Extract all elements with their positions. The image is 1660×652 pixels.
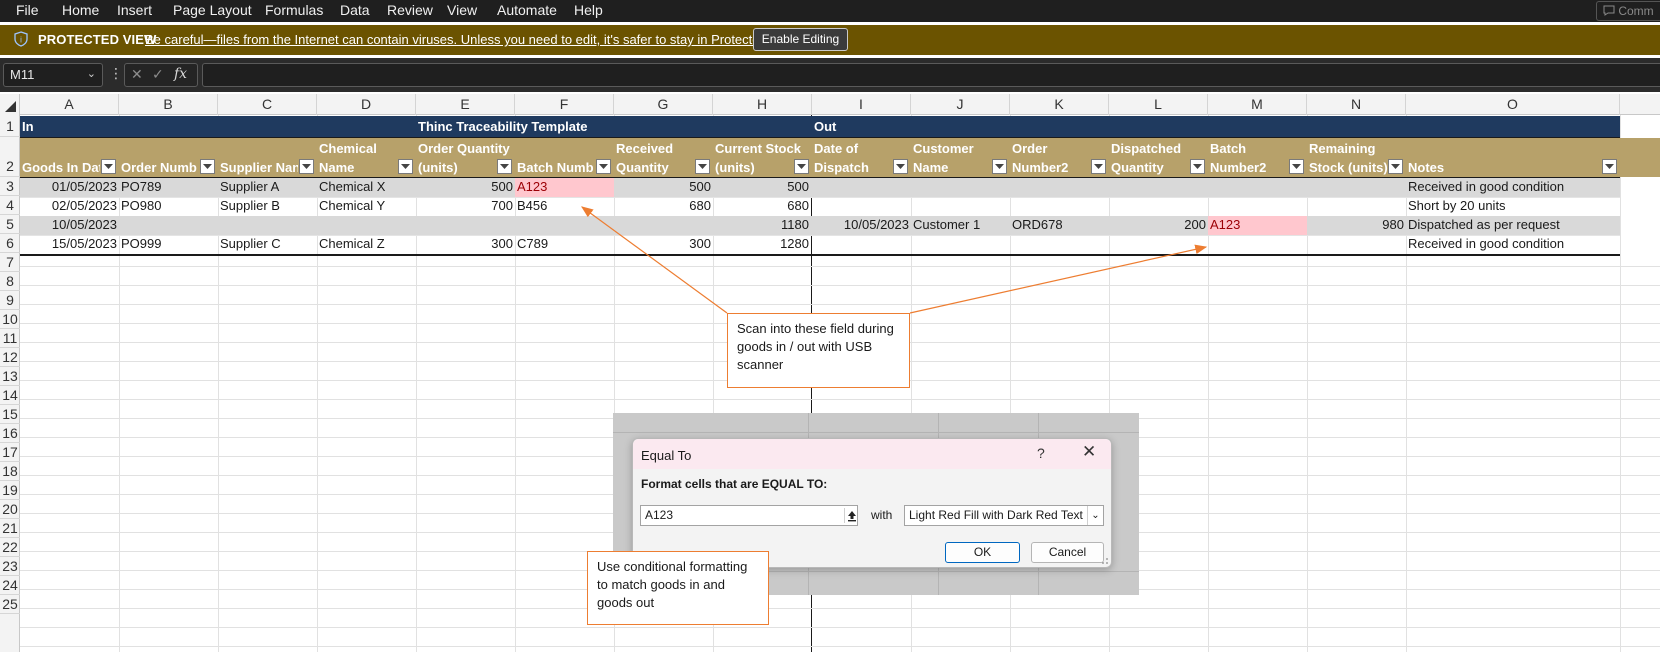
equal-to-value: A123 [645, 508, 674, 522]
arrow-to-batch-in [581, 206, 728, 314]
range-select-icon [848, 511, 856, 522]
resize-grip-icon[interactable] [1101, 557, 1109, 565]
format-style-value: Light Red Fill with Dark Red Text [909, 508, 1083, 522]
close-button[interactable]: ✕ [1082, 442, 1096, 462]
chevron-down-icon[interactable]: ⌄ [1087, 506, 1103, 525]
ok-button[interactable]: OK [945, 542, 1020, 563]
scan-callout: Scan into these field during goods in / … [727, 313, 910, 388]
conditional-formatting-callout: Use conditional formatting to match good… [587, 551, 769, 625]
format-style-select[interactable]: Light Red Fill with Dark Red Text ⌄ [904, 505, 1104, 526]
with-label: with [871, 508, 893, 522]
dialog-label: Format cells that are EQUAL TO: [641, 477, 828, 491]
dialog-title: Equal To [641, 448, 692, 463]
equal-to-value-input[interactable]: A123 [640, 505, 858, 526]
gridline [613, 432, 1139, 433]
cancel-button[interactable]: Cancel [1031, 542, 1104, 563]
equal-to-dialog: Equal To ? ✕ Format cells that are EQUAL… [632, 438, 1112, 568]
arrow-to-batch-out [909, 244, 1208, 314]
help-button[interactable]: ? [1037, 445, 1045, 461]
collapse-dialog-button[interactable] [844, 508, 858, 523]
